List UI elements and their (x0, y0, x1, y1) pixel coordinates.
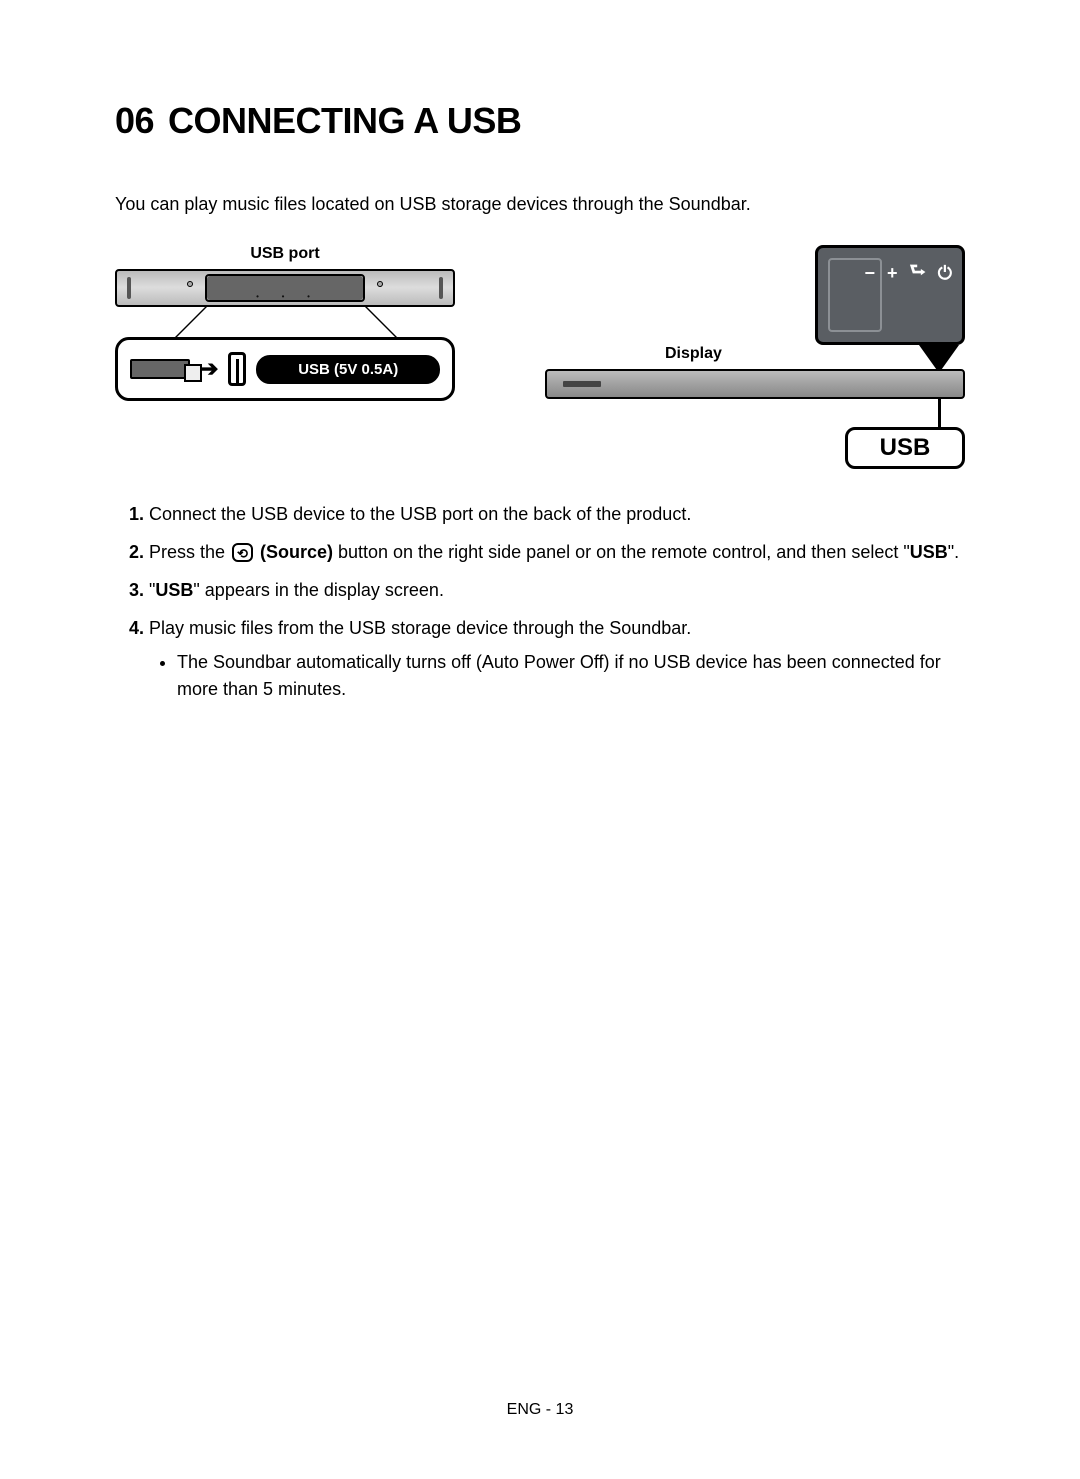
intro-text: You can play music files located on USB … (115, 194, 965, 215)
heading-number: 06 (115, 100, 154, 141)
source-control-icon: ⮑ (910, 258, 926, 288)
heading-title: CONNECTING A USB (168, 100, 521, 141)
arrow-right-icon: ➔ (200, 356, 218, 382)
soundbar-back-illustration: • • • (115, 269, 455, 307)
usb-stick-icon (130, 359, 190, 379)
usb-callout: ➔ USB (5V 0.5A) (115, 337, 455, 401)
diagram: USB port • • • ➔ USB (5V 0.5A) − (115, 245, 965, 469)
soundbar-top-illustration: − + ⮑ ⏻ (815, 245, 965, 345)
diagram-right: − + ⮑ ⏻ Display USB (545, 245, 965, 469)
usb-port-label: USB port (115, 245, 455, 263)
step-3: "USB" appears in the display screen. (149, 577, 965, 605)
page-footer: ENG - 13 (0, 1401, 1080, 1419)
minus-icon: − (865, 263, 876, 284)
step-2: Press the (Source) button on the right s… (149, 539, 965, 567)
usb-port-icon (228, 352, 246, 386)
steps-list: Connect the USB device to the USB port o… (115, 501, 965, 704)
usb-spec-badge: USB (5V 0.5A) (256, 355, 440, 384)
step-4: Play music files from the USB storage de… (149, 615, 965, 705)
source-icon (232, 543, 253, 562)
step-1: Connect the USB device to the USB port o… (149, 501, 965, 529)
plus-icon: + (887, 263, 898, 284)
page-heading: 06 CONNECTING A USB (115, 100, 965, 142)
display-label: Display (665, 345, 722, 363)
power-icon: ⏻ (938, 263, 952, 284)
step-4-sub-1: The Soundbar automatically turns off (Au… (177, 649, 965, 705)
step-4-sublist: The Soundbar automatically turns off (Au… (149, 649, 965, 705)
soundbar-front-illustration (545, 369, 965, 399)
connector-line (938, 399, 941, 427)
diagram-left: USB port • • • ➔ USB (5V 0.5A) (115, 245, 455, 401)
usb-display-badge: USB (845, 427, 965, 469)
